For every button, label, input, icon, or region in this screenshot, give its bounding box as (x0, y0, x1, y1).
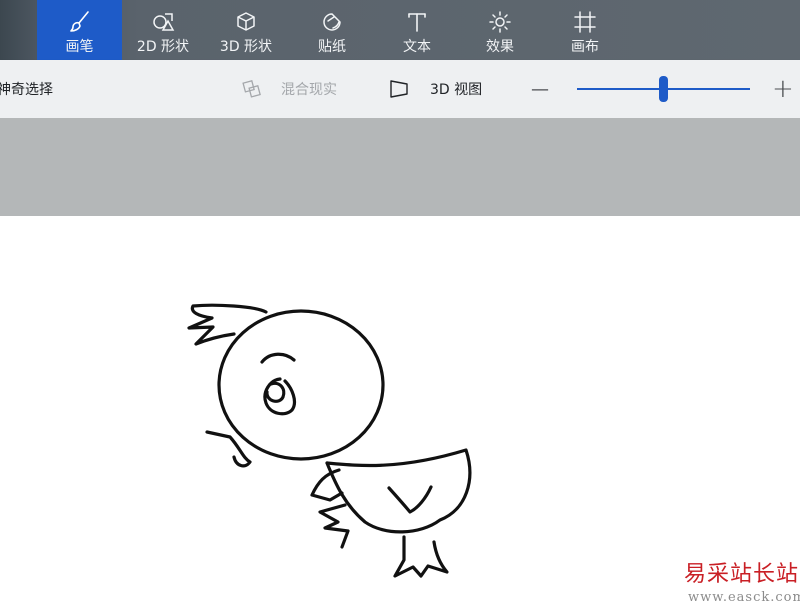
text-icon (404, 9, 430, 35)
magic-select-label: 神奇选择 (0, 82, 53, 98)
zoom-slider-thumb[interactable] (659, 76, 668, 102)
chick-body (325, 448, 472, 534)
chick-head (217, 309, 385, 461)
view-3d-icon (388, 79, 410, 99)
watermark-url: www.easck.com (688, 590, 800, 605)
shapes-2d-icon (150, 9, 176, 35)
tab-brushes[interactable]: 画笔 (37, 0, 122, 60)
chick-wing (387, 485, 433, 514)
tab-canvas[interactable]: 画布 (555, 0, 615, 60)
tab-effects-label: 效果 (486, 39, 514, 55)
tab-canvas-label: 画布 (571, 39, 599, 55)
effects-sun-icon (487, 9, 513, 35)
canvas-crop-icon (572, 9, 598, 35)
top-ribbon: 画笔 2D 形状 3D 形状 贴纸 文本 效果 画布 (0, 0, 800, 60)
tab-stickers-label: 贴纸 (318, 39, 346, 55)
tab-effects[interactable]: 效果 (470, 0, 530, 60)
tab-text-label: 文本 (403, 39, 431, 55)
chick-foot (393, 535, 449, 578)
chick-claw (318, 503, 350, 549)
tab-2d-shapes-label: 2D 形状 (136, 39, 190, 55)
tab-3d-shapes[interactable]: 3D 形状 (213, 0, 279, 60)
magic-select-button[interactable]: 神奇选择 (0, 60, 53, 118)
tab-text[interactable]: 文本 (387, 0, 447, 60)
sticker-icon (319, 9, 345, 35)
tab-stickers[interactable]: 贴纸 (302, 0, 362, 60)
mixed-reality-button[interactable]: 混合现实 (241, 60, 337, 118)
zoom-in-icon: + (772, 74, 794, 104)
brush-icon (67, 9, 93, 35)
view-3d-button[interactable]: 3D 视图 (388, 60, 482, 118)
zoom-in-button[interactable]: + (772, 60, 794, 118)
tab-3d-shapes-label: 3D 形状 (219, 39, 273, 55)
drawing-canvas[interactable] (0, 216, 800, 613)
mixed-reality-label: 混合现实 (281, 82, 337, 98)
zoom-out-icon: — (531, 78, 549, 100)
tab-2d-shapes[interactable]: 2D 形状 (130, 0, 196, 60)
cube-3d-icon (233, 9, 259, 35)
watermark-title: 易采站长站 (684, 562, 800, 587)
mixed-reality-icon (241, 79, 263, 99)
tab-brushes-label: 画笔 (65, 39, 94, 55)
chick-doodle (187, 303, 472, 578)
zoom-out-button[interactable]: — (531, 60, 549, 118)
chick-eyebrow (260, 352, 296, 364)
workspace-background (0, 118, 800, 216)
view-3d-label: 3D 视图 (430, 82, 483, 98)
